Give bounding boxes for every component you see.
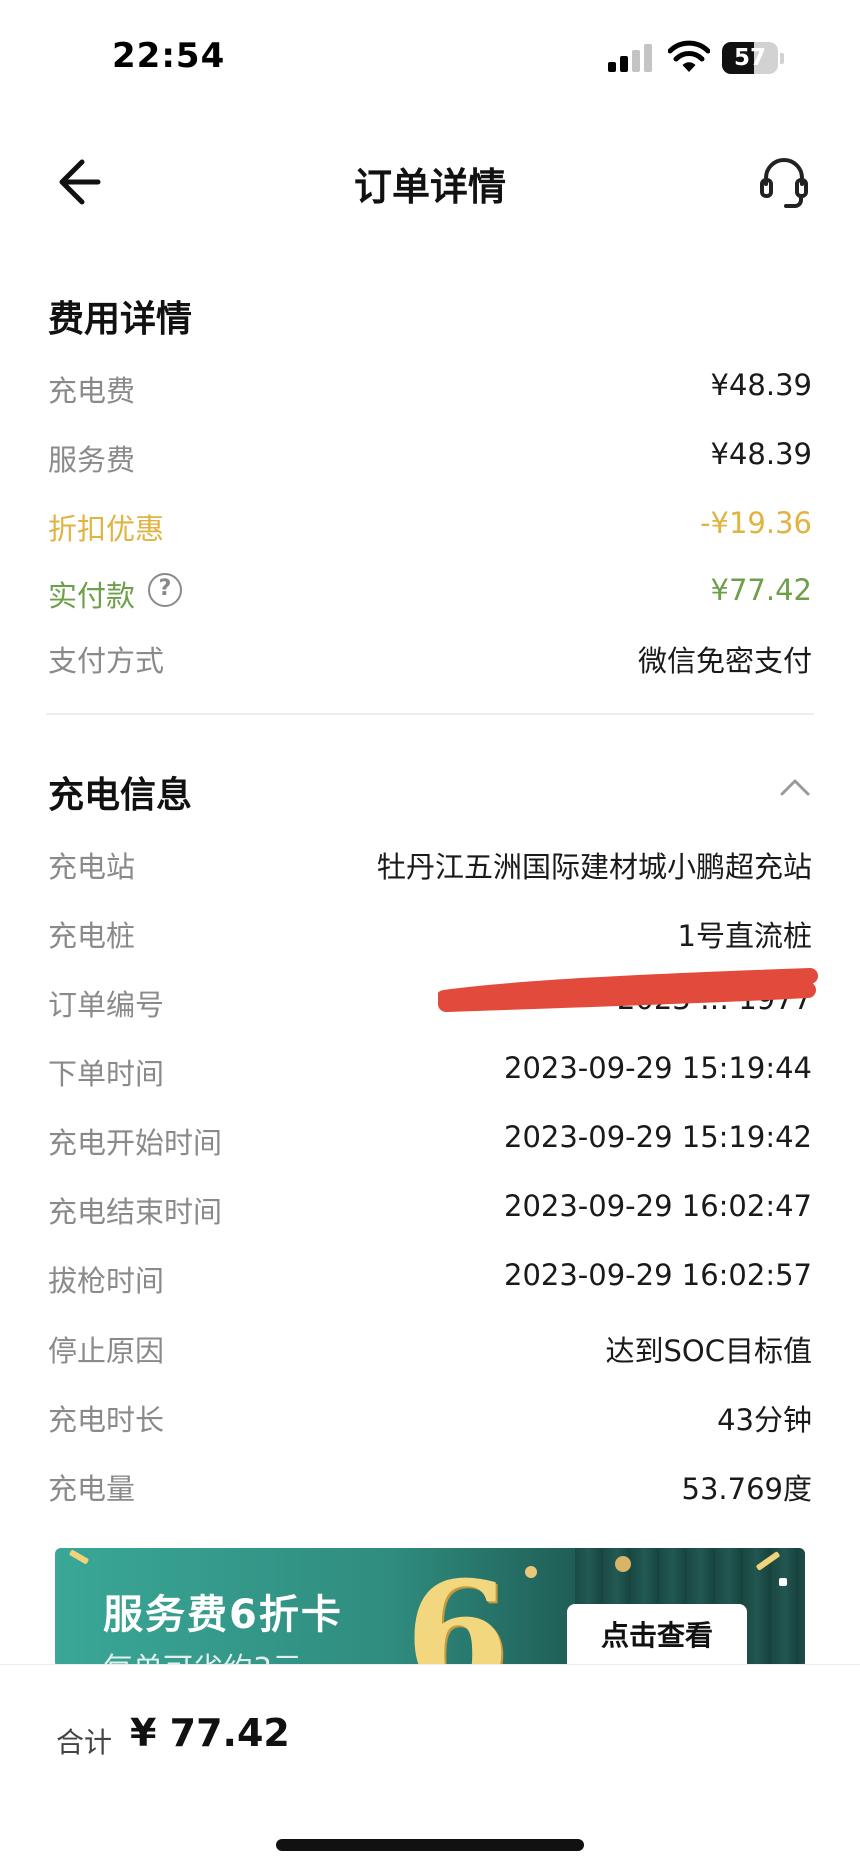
info-value: 2023-09-29 15:19:42: [504, 1120, 812, 1154]
total-amount: ¥ 77.42: [130, 1711, 290, 1755]
fee-row-charging: 充电费 ¥48.39: [48, 360, 812, 412]
chevron-up-icon[interactable]: [778, 772, 812, 800]
info-label: 充电时长: [48, 1403, 165, 1437]
info-value: 2023-09-29 16:02:57: [504, 1258, 812, 1292]
info-label: 充电开始时间: [48, 1126, 223, 1160]
fee-row-paid: 实付款 ? ¥77.42: [48, 565, 812, 617]
fee-row-payment-method: 支付方式 微信免密支付: [48, 630, 812, 682]
fee-value: 微信免密支付: [637, 644, 812, 678]
info-row-stop-reason: 停止原因 达到SOC目标值: [48, 1320, 812, 1372]
info-label: 拔枪时间: [48, 1264, 165, 1298]
total-label: 合计: [56, 1726, 113, 1759]
banner-title: 服务费6折卡: [103, 1592, 343, 1638]
info-value: 1号直流桩: [677, 919, 812, 953]
confetti-decoration: [525, 1566, 537, 1578]
fee-label: 实付款: [48, 579, 136, 613]
info-row-unplug-time: 拔枪时间 2023-09-29 16:02:57: [48, 1250, 812, 1302]
fee-value: -¥19.36: [700, 506, 812, 540]
section-divider: [46, 713, 814, 715]
info-row-end-time: 充电结束时间 2023-09-29 16:02:47: [48, 1181, 812, 1233]
promo-banner[interactable]: 6 服务费6折卡 每单可省约3元 点击查看: [55, 1548, 805, 1668]
info-value: 53.769度: [681, 1472, 812, 1506]
fee-value: ¥48.39: [710, 368, 812, 402]
help-icon[interactable]: ?: [148, 573, 182, 607]
info-label: 订单编号: [48, 988, 165, 1022]
info-value: 牡丹江五洲国际建材城小鹏超充站: [376, 850, 812, 884]
status-bar: 22:54 57: [0, 0, 860, 110]
fee-section-title: 费用详情: [48, 299, 193, 340]
info-value: 2023-09-29 15:19:44: [504, 1051, 812, 1085]
info-label: 充电站: [48, 850, 136, 884]
banner-big-number: 6: [405, 1549, 510, 1668]
info-value: 43分钟: [717, 1403, 812, 1437]
headset-icon: [760, 158, 808, 208]
info-row-start-time: 充电开始时间 2023-09-29 15:19:42: [48, 1112, 812, 1164]
info-label: 充电量: [48, 1472, 136, 1506]
info-label: 充电结束时间: [48, 1195, 223, 1229]
charge-section-title: 充电信息: [48, 775, 193, 816]
info-value: 达到SOC目标值: [605, 1334, 812, 1368]
info-row-station: 充电站 牡丹江五洲国际建材城小鹏超充站: [48, 836, 812, 888]
redaction-scribble: [438, 968, 818, 1012]
fee-value: ¥48.39: [710, 437, 812, 471]
wifi-icon: [668, 40, 710, 72]
home-indicator[interactable]: [276, 1839, 584, 1851]
fee-row-service: 服务费 ¥48.39: [48, 429, 812, 481]
info-row-energy: 充电量 53.769度: [48, 1458, 812, 1510]
view-details-button[interactable]: 点击查看: [567, 1604, 747, 1668]
fee-label: 充电费: [48, 374, 136, 408]
battery-icon: 57: [722, 42, 784, 74]
confetti-decoration: [68, 1549, 90, 1565]
fee-label: 折扣优惠: [48, 512, 165, 546]
info-label: 停止原因: [48, 1334, 165, 1368]
fee-row-discount: 折扣优惠 -¥19.36: [48, 498, 812, 550]
status-time: 22:54: [112, 36, 226, 76]
info-label: 下单时间: [48, 1057, 165, 1091]
fee-label: 支付方式: [48, 644, 165, 678]
page-title: 订单详情: [353, 165, 506, 209]
info-row-duration: 充电时长 43分钟: [48, 1389, 812, 1441]
battery-level: 57: [733, 45, 766, 71]
info-row-order-time: 下单时间 2023-09-29 15:19:44: [48, 1043, 812, 1095]
fee-label: 服务费: [48, 443, 136, 477]
info-label: 充电桩: [48, 919, 136, 953]
confetti-decoration: [779, 1578, 787, 1586]
bottom-total-bar: 合计 ¥ 77.42: [0, 1664, 860, 1864]
customer-service-button[interactable]: [758, 154, 810, 210]
info-row-pile: 充电桩 1号直流桩: [48, 905, 812, 957]
confetti-decoration: [615, 1556, 631, 1572]
fee-value: ¥77.42: [710, 573, 812, 607]
nav-bar: 订单详情: [0, 132, 860, 232]
cellular-signal-icon: [608, 44, 654, 72]
info-value: 2023-09-29 16:02:47: [504, 1189, 812, 1223]
